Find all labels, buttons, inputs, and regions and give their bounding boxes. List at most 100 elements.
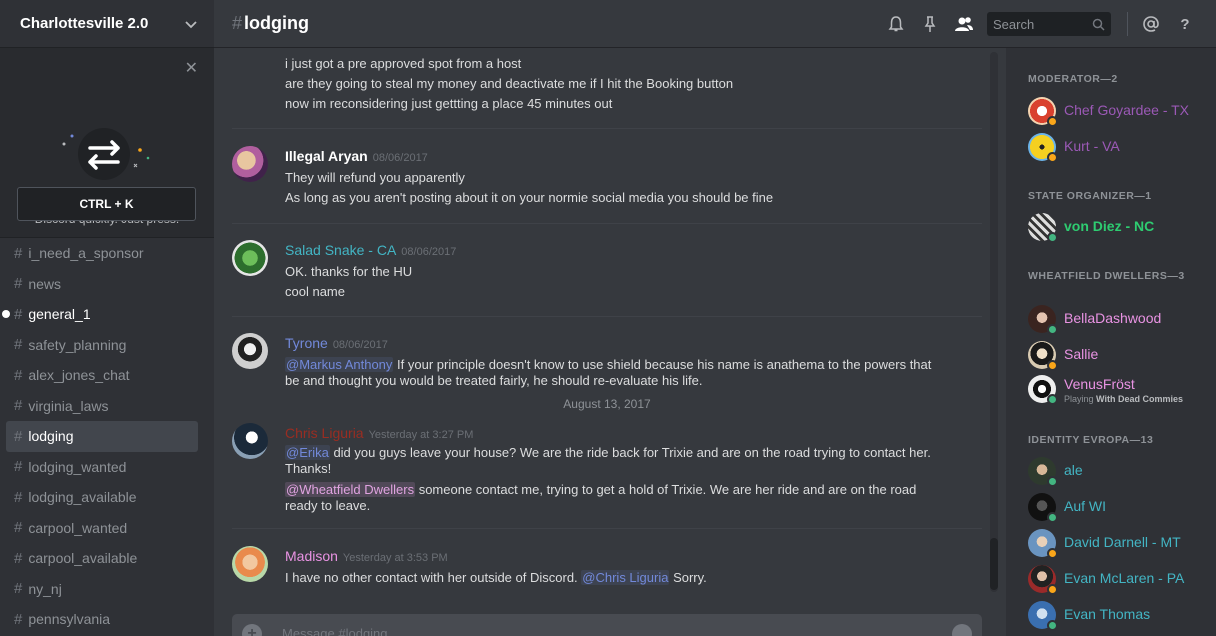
channel-lodging-available[interactable]: # lodging_available bbox=[6, 482, 198, 513]
hash-icon: # bbox=[232, 13, 243, 33]
message-text: are they going to steal my money and dea… bbox=[285, 76, 734, 91]
channel-name: lodging_available bbox=[28, 489, 137, 506]
hash-icon: # bbox=[14, 519, 23, 537]
channel-carpool-wanted[interactable]: # carpool_wanted bbox=[6, 513, 198, 544]
user-mention[interactable]: @Chris Liguria bbox=[581, 570, 670, 585]
channel-carpool-available[interactable]: # carpool_available bbox=[6, 543, 198, 574]
search-box[interactable] bbox=[987, 12, 1111, 36]
message-body: I have no other contact with her outside… bbox=[285, 570, 582, 585]
member-item[interactable]: Auf WI bbox=[1028, 493, 1208, 525]
toolbar-divider bbox=[1127, 12, 1128, 36]
channel-alex-jones-chat[interactable]: # alex_jones_chat bbox=[6, 360, 198, 391]
avatar[interactable] bbox=[232, 146, 268, 182]
role-header: STATE ORGANIZER—1 bbox=[1028, 190, 1152, 202]
channel-lodging-wanted[interactable]: # lodging_wanted bbox=[6, 452, 198, 483]
message-body: did you guys leave your house? We are th… bbox=[285, 445, 931, 476]
search-icon bbox=[1092, 18, 1105, 31]
hash-icon: # bbox=[14, 458, 23, 476]
scrollbar-thumb[interactable] bbox=[990, 538, 998, 590]
search-input[interactable] bbox=[993, 16, 1092, 32]
help-icon[interactable]: ? bbox=[1174, 13, 1196, 35]
member-name: Kurt - VA bbox=[1064, 138, 1120, 154]
channel-general-1[interactable]: # general_1 bbox=[2, 299, 198, 330]
avatar[interactable] bbox=[232, 333, 268, 369]
message-text: now im reconsidering just gettting a pla… bbox=[285, 96, 613, 111]
avatar[interactable] bbox=[232, 546, 268, 582]
channel-i-need-a-sponsor[interactable]: # i_need_a_sponsor bbox=[6, 238, 198, 269]
message-text: cool name bbox=[285, 284, 345, 299]
channel-name: lodging bbox=[28, 428, 74, 445]
status-online-indicator bbox=[1047, 394, 1058, 405]
message-text: They will refund you apparently bbox=[285, 170, 465, 185]
shortcut-key-badge: CTRL + K bbox=[17, 187, 196, 221]
header-toolbar: ? bbox=[879, 0, 1202, 48]
member-item[interactable]: von Diez - NC bbox=[1028, 213, 1208, 245]
member-item[interactable]: Kurt - VA bbox=[1028, 133, 1208, 165]
member-item[interactable]: Sallie bbox=[1028, 341, 1208, 373]
author-name[interactable]: Madison bbox=[285, 548, 338, 564]
message-group: i just got a pre approved spot from a ho… bbox=[232, 48, 982, 118]
status-idle-indicator bbox=[1047, 116, 1058, 127]
avatar[interactable] bbox=[232, 423, 268, 459]
author-name[interactable]: Chris Liguria bbox=[285, 425, 364, 441]
hash-icon: # bbox=[14, 610, 23, 628]
member-item[interactable]: VenusFröst Playing With Dead Commies bbox=[1028, 375, 1208, 411]
channel-name: carpool_wanted bbox=[28, 519, 128, 536]
channel-pennsylvania[interactable]: # pennsylvania bbox=[6, 604, 198, 635]
member-item[interactable]: ale bbox=[1028, 457, 1208, 489]
member-item[interactable]: BellaDashwood bbox=[1028, 305, 1208, 337]
upload-plus-icon[interactable]: + bbox=[242, 624, 262, 636]
notification-bell-icon[interactable] bbox=[885, 13, 907, 35]
channel-ny-nj[interactable]: # ny_nj bbox=[6, 574, 198, 605]
close-icon[interactable]: ✕ bbox=[185, 58, 198, 78]
channel-news[interactable]: # news bbox=[6, 269, 198, 300]
message-composer: + bbox=[232, 614, 982, 636]
role-mention[interactable]: @Wheatfield Dwellers bbox=[285, 482, 416, 497]
mentions-icon[interactable] bbox=[1140, 13, 1162, 35]
message-text: I have no other contact with her outside… bbox=[285, 570, 945, 586]
message-header: Chris Liguria Yesterday at 3:27 PM bbox=[285, 425, 473, 443]
channel-title: # lodging bbox=[232, 13, 309, 34]
activity-game: With Dead Commies bbox=[1096, 394, 1183, 404]
message-header: Illegal Aryan 08/06/2017 bbox=[285, 148, 428, 166]
message-text: OK. thanks for the HU bbox=[285, 264, 413, 279]
channel-safety-planning[interactable]: # safety_planning bbox=[6, 330, 198, 361]
emoji-picker-icon[interactable] bbox=[952, 624, 972, 636]
member-name: David Darnell - MT bbox=[1064, 534, 1181, 550]
user-mention[interactable]: @Markus Anthony bbox=[285, 357, 394, 372]
message-group: Salad Snake - CA 08/06/2017 OK. thanks fo… bbox=[232, 240, 982, 300]
member-list-icon[interactable] bbox=[953, 13, 975, 35]
member-item[interactable]: Chef Goyardee - TX bbox=[1028, 97, 1208, 129]
channel-lodging[interactable]: # lodging bbox=[6, 421, 198, 452]
member-name: VenusFröst bbox=[1064, 376, 1135, 392]
message-header: Madison Yesterday at 3:53 PM bbox=[285, 548, 448, 566]
date-separator: August 13, 2017 bbox=[563, 397, 651, 411]
member-item[interactable]: Evan McLaren - PA bbox=[1028, 565, 1208, 597]
message-input[interactable] bbox=[282, 626, 882, 636]
channel-name: news bbox=[28, 275, 62, 292]
member-name: BellaDashwood bbox=[1064, 310, 1162, 326]
hash-icon: # bbox=[14, 244, 23, 262]
channel-name: ny_nj bbox=[28, 580, 62, 597]
channel-virginia-laws[interactable]: # virginia_laws bbox=[6, 391, 198, 422]
author-name[interactable]: Tyrone bbox=[285, 335, 328, 351]
member-item[interactable]: Evan Thomas bbox=[1028, 601, 1208, 633]
chevron-down-icon[interactable] bbox=[184, 17, 198, 31]
author-name[interactable]: Salad Snake - CA bbox=[285, 242, 396, 258]
avatar[interactable] bbox=[232, 240, 268, 276]
channel-name: alex_jones_chat bbox=[28, 367, 130, 384]
author-name[interactable]: Illegal Aryan bbox=[285, 148, 368, 164]
member-item[interactable]: David Darnell - MT bbox=[1028, 529, 1208, 561]
server-header[interactable]: Charlottesville 2.0 bbox=[0, 0, 214, 48]
channel-name: pennsylvania bbox=[28, 611, 111, 628]
timestamp: 08/06/2017 bbox=[401, 246, 457, 258]
channel-name: i_need_a_sponsor bbox=[28, 245, 144, 262]
message-text: i just got a pre approved spot from a ho… bbox=[285, 56, 522, 71]
pin-icon[interactable] bbox=[919, 13, 941, 35]
channel-name: safety_planning bbox=[28, 336, 127, 353]
quick-switcher-arrows-icon bbox=[62, 128, 150, 180]
member-name: Auf WI bbox=[1064, 498, 1107, 514]
message-divider bbox=[232, 316, 982, 317]
message-scrollbar[interactable] bbox=[990, 52, 998, 592]
user-mention[interactable]: @Erika bbox=[285, 445, 330, 460]
